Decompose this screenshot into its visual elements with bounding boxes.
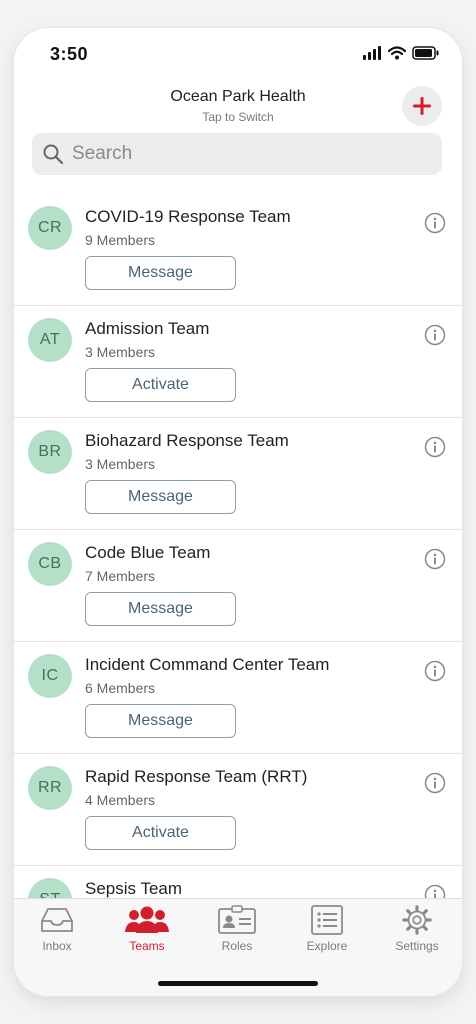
team-avatar: IC xyxy=(28,654,72,698)
add-team-button[interactable] xyxy=(402,86,442,126)
team-list[interactable]: CR COVID-19 Response Team 9 Members Mess… xyxy=(14,194,462,898)
team-member-count: 4 Members xyxy=(85,792,156,808)
tab-label: Inbox xyxy=(42,939,72,953)
team-avatar: CB xyxy=(28,542,72,586)
tab-label: Roles xyxy=(221,939,253,953)
message-team-button[interactable]: Message xyxy=(85,480,236,514)
tab-explore[interactable]: Explore xyxy=(292,905,362,961)
team-avatar: ST xyxy=(28,878,72,898)
info-icon[interactable] xyxy=(424,436,446,458)
message-team-button[interactable]: Message xyxy=(85,592,236,626)
tab-label: Explore xyxy=(306,939,348,953)
wifi-icon xyxy=(388,46,406,60)
team-name: Biohazard Response Team xyxy=(85,431,289,450)
tab-bar: Inbox Teams Roles Explore Settings xyxy=(14,898,462,996)
info-icon[interactable] xyxy=(424,212,446,234)
settings-icon xyxy=(402,905,432,935)
team-row[interactable]: CB Code Blue Team 7 Members Message xyxy=(14,530,462,642)
info-icon[interactable] xyxy=(424,324,446,346)
team-member-count: 9 Members xyxy=(85,232,156,248)
search-input[interactable] xyxy=(70,142,414,166)
team-member-count: 3 Members xyxy=(85,456,156,472)
team-row[interactable]: RR Rapid Response Team (RRT) 4 Members A… xyxy=(14,754,462,866)
org-name: Ocean Park Health xyxy=(170,88,306,105)
team-row[interactable]: IC Incident Command Center Team 6 Member… xyxy=(14,642,462,754)
team-avatar: AT xyxy=(28,318,72,362)
info-icon[interactable] xyxy=(424,884,446,898)
activate-team-button[interactable]: Activate xyxy=(85,368,236,402)
tab-settings[interactable]: Settings xyxy=(382,905,452,961)
team-name: Admission Team xyxy=(85,319,210,338)
cellular-signal-icon xyxy=(363,46,381,60)
status-time: 3:50 xyxy=(50,44,89,64)
team-row[interactable]: CR COVID-19 Response Team 9 Members Mess… xyxy=(14,194,462,306)
team-name: Incident Command Center Team xyxy=(85,655,330,674)
activate-team-button[interactable]: Activate xyxy=(85,816,236,850)
team-member-count: 6 Members xyxy=(85,680,156,696)
team-avatar: BR xyxy=(28,430,72,474)
roles-icon xyxy=(218,905,256,934)
status-icons xyxy=(362,46,440,60)
team-member-count: 3 Members xyxy=(85,344,156,360)
info-icon[interactable] xyxy=(424,660,446,682)
plus-icon xyxy=(413,97,431,115)
inbox-icon xyxy=(41,908,73,932)
team-row[interactable]: BR Biohazard Response Team 3 Members Mes… xyxy=(14,418,462,530)
tab-label: Settings xyxy=(395,939,439,953)
team-avatar: CR xyxy=(28,206,72,250)
team-name: Rapid Response Team (RRT) xyxy=(85,767,308,786)
team-member-count: 7 Members xyxy=(85,568,156,584)
teams-icon xyxy=(125,906,169,933)
tap-to-switch-hint: Tap to Switch xyxy=(202,110,274,124)
info-icon[interactable] xyxy=(424,772,446,794)
message-team-button[interactable]: Message xyxy=(85,256,236,290)
tab-inbox[interactable]: Inbox xyxy=(22,905,92,961)
team-avatar: RR xyxy=(28,766,72,810)
tab-teams[interactable]: Teams xyxy=(112,905,182,961)
tab-label: Teams xyxy=(129,939,165,953)
tab-roles[interactable]: Roles xyxy=(202,905,272,961)
status-bar: 3:50 xyxy=(14,28,462,80)
team-name: Code Blue Team xyxy=(85,543,211,562)
team-name: Sepsis Team xyxy=(85,879,183,898)
search-bar[interactable] xyxy=(32,133,442,175)
team-row[interactable]: ST Sepsis Team xyxy=(14,866,462,898)
info-icon[interactable] xyxy=(424,548,446,570)
home-indicator[interactable] xyxy=(158,981,318,986)
message-team-button[interactable]: Message xyxy=(85,704,236,738)
battery-icon xyxy=(412,46,439,60)
phone-screen: 3:50 Ocean Park Health Tap to Switch Sea… xyxy=(14,28,462,996)
explore-icon xyxy=(311,905,343,935)
org-switcher[interactable]: Ocean Park Health Tap to Switch xyxy=(14,86,462,132)
team-row[interactable]: AT Admission Team 3 Members Activate xyxy=(14,306,462,418)
search-icon xyxy=(43,144,64,165)
team-name: COVID-19 Response Team xyxy=(85,207,291,226)
